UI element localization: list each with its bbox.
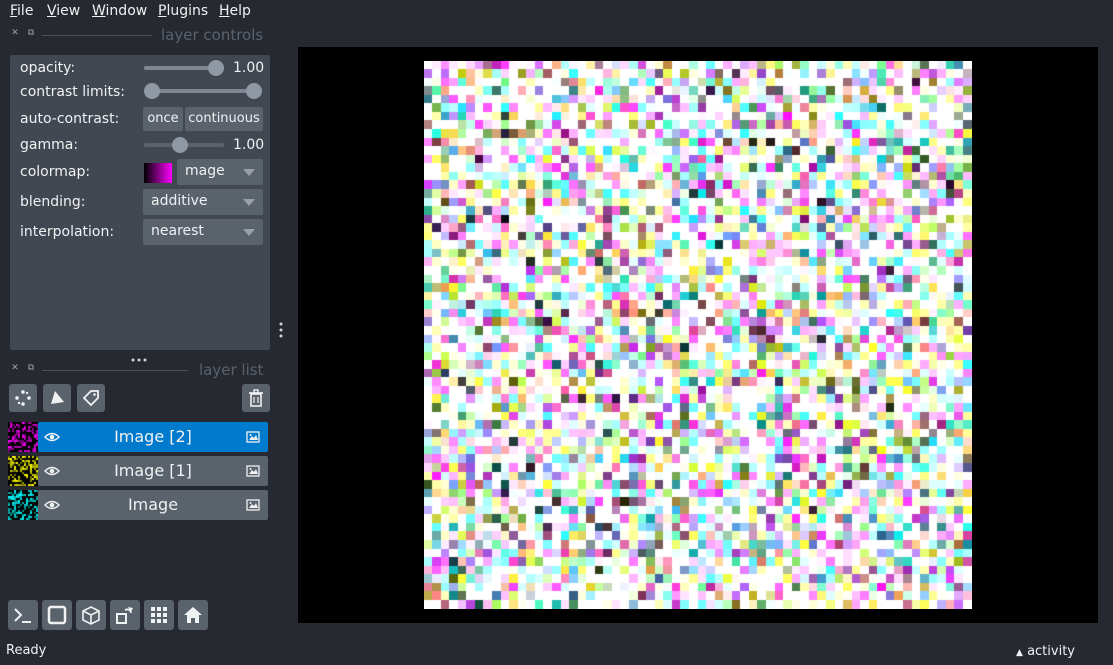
grid-icon	[151, 607, 167, 623]
layer-row-body[interactable]: Image	[38, 490, 268, 520]
layer-thumbnail	[8, 456, 38, 486]
square-icon	[47, 605, 67, 625]
menu-bar: File View Window Plugins Help	[0, 0, 1113, 24]
title-divider	[42, 35, 152, 36]
layer-list-title-bar: ✕ ⧉ layer list	[10, 361, 265, 381]
float-dock-icon[interactable]: ⧉	[26, 363, 36, 373]
opacity-slider-fill	[144, 66, 216, 70]
blending-dropdown[interactable]: additive	[143, 189, 263, 215]
layer-row[interactable]: Image [2]	[8, 422, 268, 452]
title-divider	[42, 370, 188, 371]
opacity-value[interactable]: 1.00	[233, 60, 265, 76]
layer-controls-title: layer controls	[161, 26, 264, 44]
dock-splitter-handle[interactable]	[278, 321, 284, 339]
chevron-down-icon	[243, 229, 255, 236]
caret-up-icon: ▲	[1016, 648, 1023, 658]
layer-name[interactable]: Image [2]	[68, 427, 238, 446]
layer-row[interactable]: Image [1]	[8, 456, 268, 486]
blending-label: blending:	[20, 194, 86, 210]
layer-thumbnail	[8, 422, 38, 452]
layer-row-body[interactable]: Image [1]	[38, 456, 268, 486]
image-icon	[246, 499, 260, 511]
grid-view-button[interactable]	[144, 600, 174, 630]
eye-icon[interactable]	[44, 498, 60, 512]
close-dock-icon[interactable]: ✕	[10, 28, 20, 38]
gamma-label: gamma:	[20, 137, 79, 153]
gamma-value[interactable]: 1.00	[233, 137, 265, 153]
eye-icon[interactable]	[44, 430, 60, 444]
menu-help[interactable]: Help	[219, 3, 251, 19]
image-layer-render[interactable]	[424, 61, 972, 609]
reset-view-button[interactable]	[178, 600, 208, 630]
labels-icon	[82, 390, 99, 407]
menu-plugins[interactable]: Plugins	[158, 3, 208, 19]
activity-button[interactable]: ▲ activity	[1016, 644, 1075, 659]
menu-window[interactable]: Window	[92, 3, 147, 19]
menu-file[interactable]: File	[10, 3, 33, 19]
layer-row[interactable]: Image	[8, 490, 268, 520]
roll-dimensions-button[interactable]	[76, 600, 106, 630]
transpose-icon	[116, 607, 133, 624]
layer-name[interactable]: Image	[68, 495, 238, 514]
layer-controls-title-bar: ✕ ⧉ layer controls	[10, 26, 265, 46]
status-text: Ready	[6, 643, 47, 658]
auto-contrast-label: auto-contrast:	[20, 111, 120, 127]
transpose-dimensions-button[interactable]	[110, 600, 140, 630]
opacity-slider-handle[interactable]	[208, 60, 224, 76]
close-dock-icon[interactable]: ✕	[10, 363, 20, 373]
chevron-down-icon	[243, 199, 255, 206]
console-icon	[14, 608, 31, 623]
viewer-canvas[interactable]	[298, 47, 1098, 623]
points-icon	[15, 390, 31, 406]
layer-row-body[interactable]: Image [2]	[38, 422, 268, 452]
cube-icon	[82, 606, 100, 625]
more-vertical-icon	[279, 322, 283, 338]
float-dock-icon[interactable]: ⧉	[26, 28, 36, 38]
auto-contrast-continuous-button[interactable]: continuous	[185, 107, 263, 131]
contrast-min-handle[interactable]	[144, 83, 160, 99]
shapes-icon	[51, 391, 64, 404]
layer-list-title: layer list	[199, 361, 264, 379]
contrast-max-handle[interactable]	[246, 83, 262, 99]
eye-icon[interactable]	[44, 464, 60, 478]
contrast-range-fill	[152, 89, 254, 93]
auto-contrast-once-button[interactable]: once	[143, 107, 183, 131]
interpolation-dropdown[interactable]: nearest	[143, 219, 263, 245]
panel-splitter-handle[interactable]	[130, 352, 148, 362]
image-icon	[246, 431, 260, 443]
colormap-preview	[144, 163, 172, 183]
gamma-slider-handle[interactable]	[172, 137, 188, 153]
layer-controls-panel: opacity: 1.00 contrast limits: auto-cont…	[10, 55, 270, 350]
menu-view[interactable]: View	[47, 3, 80, 19]
toggle-ndisplay-button[interactable]	[42, 600, 72, 630]
colormap-dropdown[interactable]: mage	[177, 159, 263, 185]
home-icon	[184, 607, 202, 623]
interpolation-label: interpolation:	[20, 224, 115, 240]
opacity-label: opacity:	[20, 60, 76, 76]
image-icon	[246, 465, 260, 477]
new-points-layer-button[interactable]	[9, 384, 37, 412]
trash-icon	[249, 389, 263, 407]
colormap-label: colormap:	[20, 164, 91, 180]
new-labels-layer-button[interactable]	[77, 384, 105, 412]
chevron-down-icon	[243, 169, 255, 176]
new-shapes-layer-button[interactable]	[43, 384, 71, 412]
console-button[interactable]	[8, 600, 38, 630]
contrast-limits-label: contrast limits:	[20, 84, 125, 100]
delete-layer-button[interactable]	[242, 384, 270, 412]
layer-name[interactable]: Image [1]	[68, 461, 238, 480]
layer-thumbnail	[8, 490, 38, 520]
